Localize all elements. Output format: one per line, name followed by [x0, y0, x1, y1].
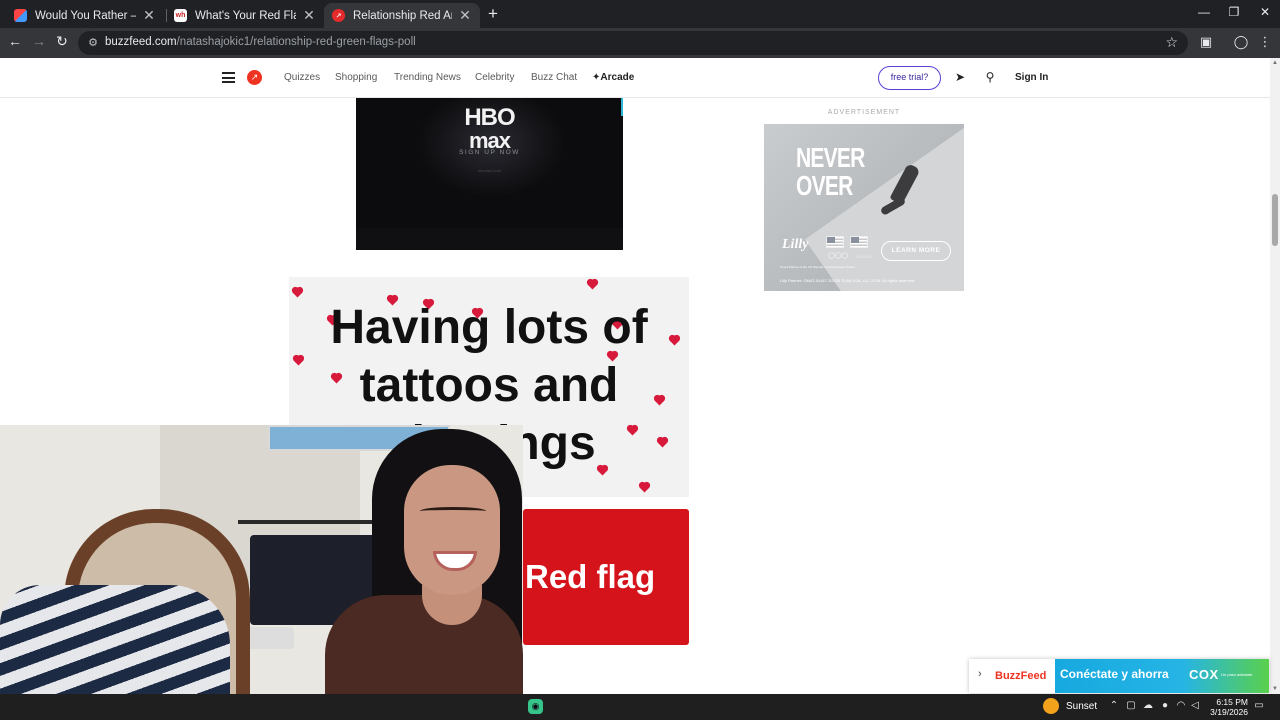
- scroll-down-arrow-icon[interactable]: ▼: [1271, 686, 1279, 692]
- page-scrollbar[interactable]: ▲ ▼: [1270, 58, 1280, 694]
- tray-app-icon[interactable]: ▢: [1124, 700, 1138, 711]
- tab-favicon-icon: [14, 9, 27, 22]
- reading-mode-icon[interactable]: ▣: [1197, 34, 1215, 50]
- heart-icon: [292, 287, 303, 298]
- sticky-ad-banner[interactable]: BuzzFeed › Conéctate y ahorra COX Un pas…: [969, 659, 1269, 693]
- nav-arcade-label: Arcade: [600, 72, 635, 83]
- chevron-up-icon[interactable]: ⌃: [1107, 700, 1121, 711]
- us-flag-icon: [850, 236, 868, 248]
- restore-button[interactable]: ❐: [1219, 5, 1249, 19]
- tab-favicon-icon: wh: [174, 9, 187, 22]
- cox-logo: COX: [1189, 667, 1219, 682]
- tab-would-you-rather[interactable]: Would You Rather — Play the Game ✕: [6, 3, 164, 28]
- url-path: /natashajokic1/relationship-red-green-fl…: [176, 36, 416, 48]
- weather-sun-icon[interactable]: [1043, 698, 1059, 714]
- buzzfeed-logo-icon[interactable]: ↗: [247, 70, 262, 85]
- lilly-display-ad[interactable]: NEVER OVER Lilly ◯◯◯ ◡◡◡ LEARN MORE Prou…: [764, 124, 964, 291]
- new-tab-button[interactable]: +: [484, 4, 502, 24]
- nav-shopping[interactable]: Shopping: [335, 72, 377, 83]
- us-flag-icon: [826, 236, 844, 248]
- cox-ad[interactable]: Conéctate y ahorra COX Un paso adelante: [1055, 659, 1269, 693]
- video-control-band: [356, 228, 623, 250]
- ad-legal-text: Lilly Partner: OMAT-01447 2/2026 ©Lilly …: [780, 278, 916, 283]
- red-flag-answer-button[interactable]: Red flag: [523, 509, 689, 645]
- cox-slogan: Un paso adelante: [1221, 672, 1253, 677]
- hbo-logo-text: HBO: [464, 104, 515, 131]
- ad-edge-accent: [621, 98, 623, 116]
- scroll-up-arrow-icon[interactable]: ▲: [1271, 60, 1279, 66]
- forward-arrow-icon[interactable]: →: [29, 33, 49, 49]
- bookmark-star-icon[interactable]: ☆: [1165, 34, 1178, 51]
- nav-arcade[interactable]: ✦Arcade: [592, 72, 634, 83]
- hbo-fine-print: hbomax.com: [478, 168, 501, 173]
- heart-icon: [587, 279, 598, 290]
- question-line: Having lots of: [330, 301, 648, 354]
- sign-in-link[interactable]: Sign In: [1015, 72, 1048, 83]
- wifi-icon[interactable]: ◠: [1174, 700, 1188, 711]
- browser-tab-strip: Would You Rather — Play the Game ✕ wh Wh…: [0, 0, 1280, 28]
- hbo-signup-text: SIGN UP NOW: [459, 149, 520, 156]
- streamer-face: [404, 465, 500, 595]
- url-host: buzzfeed.com: [105, 36, 177, 48]
- ad-tagline: Proud Partner of the US Olympic and Para…: [780, 265, 855, 269]
- ad-headline-line: OVER: [796, 170, 853, 201]
- free-trial-button[interactable]: free trial?: [878, 66, 941, 90]
- paper-plane-icon[interactable]: ➤: [953, 70, 967, 84]
- nav-buzz-chat[interactable]: Buzz Chat: [531, 72, 577, 83]
- browser-toolbar: ← → ↻ ⚙ buzzfeed.com/natashajokic1/relat…: [0, 28, 1280, 58]
- profile-icon[interactable]: ◯: [1232, 34, 1250, 50]
- nav-quizzes[interactable]: Quizzes: [284, 72, 320, 83]
- notification-icon[interactable]: ▭: [1252, 700, 1266, 711]
- streamer-eyes: [420, 507, 486, 515]
- advertisement-label: ADVERTISEMENT: [827, 109, 901, 116]
- cloud-icon[interactable]: ☁: [1141, 700, 1155, 711]
- tab-close-icon[interactable]: ✕: [142, 7, 156, 24]
- hbo-max-video-ad[interactable]: HBO max SIGN UP NOW hbomax.com: [356, 98, 623, 250]
- clock-date[interactable]: 3/19/2026: [1198, 707, 1248, 717]
- clock-time[interactable]: 6:15 PM: [1198, 697, 1248, 707]
- tab-close-icon[interactable]: ✕: [458, 7, 472, 24]
- tab-relationship-flags[interactable]: ↗ Relationship Red And Green Flags ✕: [324, 3, 480, 28]
- menu-kebab-icon[interactable]: ⋮: [1256, 34, 1274, 50]
- red-flag-label: Red flag: [525, 558, 656, 595]
- close-window-button[interactable]: ✕: [1250, 5, 1280, 19]
- chevron-right-icon[interactable]: ›: [978, 668, 982, 680]
- scrollbar-thumb[interactable]: [1272, 194, 1278, 246]
- taskbar: ◉ Sunset ⌃ ▢ ☁ ● ◠ ◁ 6:15 PM 3/19/2026 ▭: [0, 694, 1280, 720]
- site-info-icon[interactable]: ⚙: [86, 36, 100, 50]
- shoes: [244, 627, 294, 649]
- paralympic-icon: ◡◡◡: [856, 253, 872, 259]
- buzzfeed-favicon-icon: ↗: [332, 9, 345, 22]
- ad-headline-line: NEVER: [796, 142, 865, 173]
- site-header: ↗ Quizzes Shopping Trending News Celebri…: [0, 58, 1270, 98]
- webcam-overlay: [0, 425, 523, 720]
- nav-trending-news[interactable]: Trending News: [394, 72, 461, 83]
- tab-title: Would You Rather — Play the Game: [35, 9, 136, 22]
- taskbar-app-icon[interactable]: ◉: [528, 699, 543, 714]
- back-arrow-icon[interactable]: ←: [5, 33, 25, 49]
- tab-close-icon[interactable]: ✕: [302, 7, 316, 24]
- minimize-button[interactable]: —: [1189, 5, 1219, 19]
- reload-icon[interactable]: ↻: [52, 33, 72, 50]
- weather-label[interactable]: Sunset: [1066, 701, 1097, 712]
- ad-headline: NEVER OVER: [796, 144, 865, 200]
- search-icon[interactable]: ⚲: [983, 70, 997, 84]
- tab-title: What's Your Red Flag Quiz - with: [195, 9, 296, 22]
- learn-more-button[interactable]: LEARN MORE: [881, 241, 951, 261]
- heart-icon: [639, 482, 650, 493]
- microphone-icon[interactable]: ●: [1158, 700, 1172, 711]
- olympic-rings-icon: ◯◯◯: [828, 253, 849, 259]
- lilly-logo: Lilly: [782, 237, 809, 252]
- tab-title: Relationship Red And Green Flags: [353, 9, 452, 22]
- address-bar[interactable]: ⚙ buzzfeed.com/natashajokic1/relationshi…: [78, 31, 1188, 55]
- cox-headline: Conéctate y ahorra: [1060, 667, 1169, 681]
- url-text[interactable]: buzzfeed.com/natashajokic1/relationship-…: [105, 36, 416, 48]
- question-line: tattoos and: [359, 359, 619, 412]
- tab-red-flag-quiz[interactable]: wh What's Your Red Flag Quiz - with ✕: [166, 3, 324, 28]
- hamburger-menu-icon[interactable]: [222, 72, 235, 83]
- nav-celebrity[interactable]: Celebrity: [475, 72, 514, 83]
